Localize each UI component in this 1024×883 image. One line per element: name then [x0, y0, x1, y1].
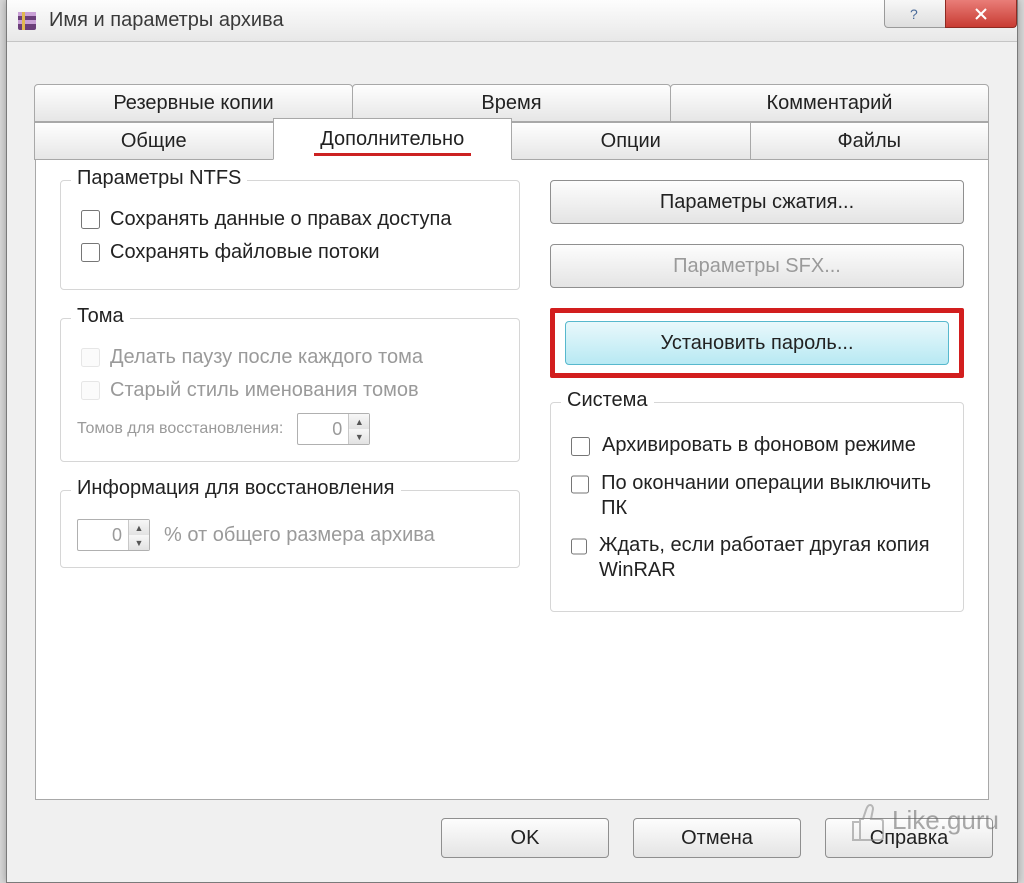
tabs: Резервные копии Время Комментарий Общие …: [35, 84, 989, 160]
label-recovery-volumes: Томов для восстановления:: [77, 420, 283, 438]
group-ntfs: Параметры NTFS Сохранять данные о правах…: [60, 180, 520, 290]
window-buttons: ?: [885, 0, 1017, 28]
tab-panel-advanced: Параметры NTFS Сохранять данные о правах…: [35, 160, 989, 800]
label-shutdown: По окончании операции выключить ПК: [601, 471, 947, 521]
titlebar: Имя и параметры архива ?: [7, 0, 1017, 42]
checkbox-wait-other[interactable]: [571, 537, 587, 556]
input-recovery-volumes: [298, 414, 348, 444]
tab-comment[interactable]: Комментарий: [670, 84, 989, 122]
checkbox-save-acl[interactable]: [81, 210, 100, 229]
active-tab-underline: [314, 153, 472, 156]
set-password-button[interactable]: Установить пароль...: [565, 321, 949, 365]
label-old-naming: Старый стиль именования томов: [110, 379, 419, 402]
group-system-title: Система: [561, 389, 654, 412]
group-system: Система Архивировать в фоновом режиме По…: [550, 402, 964, 612]
winrar-icon: [15, 9, 39, 33]
group-volumes: Тома Делать паузу после каждого тома Ста…: [60, 318, 520, 462]
help-button[interactable]: Справка: [825, 818, 993, 858]
highlight-box: Установить пароль...: [550, 308, 964, 378]
checkbox-background[interactable]: [571, 437, 590, 456]
spinner-recovery-volumes: ▲▼: [297, 413, 370, 445]
group-recovery-info: Информация для восстановления ▲▼ % от об…: [60, 490, 520, 568]
group-recovery-title: Информация для восстановления: [71, 477, 401, 500]
label-pause-volume: Делать паузу после каждого тома: [110, 346, 423, 369]
svg-text:?: ?: [910, 7, 918, 21]
group-ntfs-title: Параметры NTFS: [71, 167, 247, 190]
cancel-button[interactable]: Отмена: [633, 818, 801, 858]
label-save-streams: Сохранять файловые потоки: [110, 241, 380, 264]
spinner-up-icon[interactable]: ▲: [129, 520, 149, 535]
dialog-buttons: OK Отмена Справка: [441, 818, 993, 858]
checkbox-old-naming: [81, 381, 100, 400]
label-save-acl: Сохранять данные о правах доступа: [110, 208, 452, 231]
window-close-button[interactable]: [945, 0, 1017, 28]
tab-backups[interactable]: Резервные копии: [34, 84, 353, 122]
tab-files[interactable]: Файлы: [750, 122, 990, 160]
spinner-recovery-percent[interactable]: ▲▼: [77, 519, 150, 551]
spinner-down-icon[interactable]: ▼: [129, 535, 149, 550]
checkbox-pause-volume: [81, 348, 100, 367]
tab-advanced[interactable]: Дополнительно: [273, 118, 513, 160]
window-title: Имя и параметры архива: [49, 9, 885, 32]
label-background: Архивировать в фоновом режиме: [602, 433, 916, 458]
window-help-button[interactable]: ?: [884, 0, 946, 28]
label-recovery-percent: % от общего размера архива: [164, 524, 435, 547]
input-recovery-percent[interactable]: [78, 520, 128, 550]
spinner-up-icon: ▲: [349, 414, 369, 429]
sfx-params-button: Параметры SFX...: [550, 244, 964, 288]
tab-general[interactable]: Общие: [34, 122, 274, 160]
checkbox-save-streams[interactable]: [81, 243, 100, 262]
group-volumes-title: Тома: [71, 305, 130, 328]
compression-params-button[interactable]: Параметры сжатия...: [550, 180, 964, 224]
spinner-down-icon: ▼: [349, 429, 369, 444]
tab-time[interactable]: Время: [352, 84, 671, 122]
archive-params-dialog: Имя и параметры архива ? Резервные копии…: [6, 0, 1018, 883]
checkbox-shutdown[interactable]: [571, 475, 589, 494]
tab-options[interactable]: Опции: [511, 122, 751, 160]
label-wait-other: Ждать, если работает другая копия WinRAR: [599, 533, 947, 583]
ok-button[interactable]: OK: [441, 818, 609, 858]
